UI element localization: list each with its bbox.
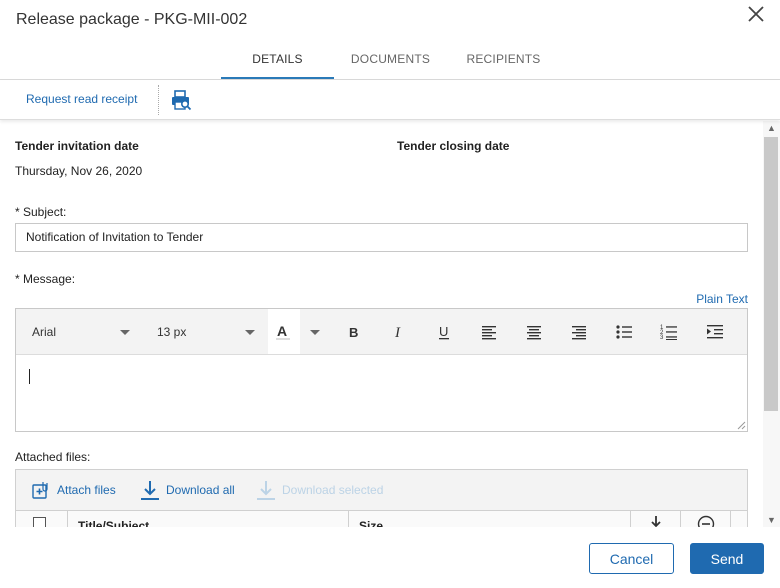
attached-files-panel: Attach files Download all Download selec… [15, 469, 748, 527]
attached-files-label: Attached files: [15, 450, 91, 464]
align-center-icon[interactable] [524, 322, 544, 342]
indent-icon[interactable] [705, 322, 725, 342]
tab-recipients[interactable]: RECIPIENTS [447, 50, 560, 80]
align-right-icon[interactable] [569, 322, 589, 342]
italic-icon[interactable]: I [389, 322, 409, 342]
subject-input[interactable]: Notification of Invitation to Tender [15, 223, 748, 252]
close-icon[interactable] [746, 4, 766, 24]
attach-files-label: Attach files [57, 483, 116, 497]
details-form: Tender invitation date Thursday, Nov 26,… [0, 121, 762, 527]
tab-details[interactable]: DETAILS [221, 50, 334, 79]
cancel-button[interactable]: Cancel [589, 543, 674, 574]
vertical-scrollbar[interactable]: ▲ ▼ [763, 121, 780, 527]
files-table-header: Title/Subject Size [16, 510, 747, 527]
font-size-dropdown-icon[interactable] [245, 330, 255, 335]
download-selected-icon [257, 481, 275, 500]
text-cursor [29, 369, 30, 384]
plain-text-link[interactable]: Plain Text [696, 292, 748, 306]
send-button[interactable]: Send [690, 543, 764, 574]
svg-text:A: A [277, 323, 287, 339]
svg-text:3: 3 [660, 335, 664, 341]
message-label: * Message: [15, 272, 76, 286]
message-body-input[interactable] [16, 355, 747, 431]
tender-invitation-date-value: Thursday, Nov 26, 2020 [15, 164, 143, 178]
dialog-footer: Cancel Send [0, 527, 780, 588]
font-family-dropdown-icon[interactable] [120, 330, 130, 335]
bullet-list-icon[interactable] [614, 322, 634, 342]
toolbar-divider [158, 85, 159, 115]
resize-handle-icon[interactable] [736, 420, 746, 430]
underline-icon[interactable]: U [434, 322, 454, 342]
print-preview-icon[interactable] [170, 89, 192, 111]
scroll-down-icon[interactable]: ▼ [767, 515, 776, 525]
remove-column-icon [697, 515, 715, 527]
align-left-icon[interactable] [479, 322, 499, 342]
scroll-thumb[interactable] [764, 137, 778, 411]
column-size[interactable]: Size [349, 511, 631, 527]
download-selected-button[interactable]: Download selected [256, 478, 383, 502]
font-color-icon[interactable]: A [273, 322, 293, 342]
download-icon [141, 481, 159, 500]
subject-label: * Subject: [15, 205, 67, 219]
tab-documents[interactable]: DOCUMENTS [334, 50, 447, 80]
download-selected-label: Download selected [282, 483, 384, 497]
dialog-header: Release package - PKG-MII-002 DETAILS DO… [0, 0, 780, 80]
font-color-dropdown-icon[interactable] [310, 330, 320, 335]
editor-toolbar: Arial 13 px A B I U 1 2 3 [16, 309, 747, 355]
attach-files-icon [32, 482, 48, 499]
download-all-button[interactable]: Download all [140, 478, 235, 502]
select-all-checkbox[interactable] [33, 517, 46, 527]
font-size-select[interactable]: 13 px [157, 325, 186, 339]
attach-files-button[interactable]: Attach files [31, 478, 116, 502]
bold-icon[interactable]: B [344, 322, 364, 342]
action-toolbar: Request read receipt [0, 80, 780, 120]
select-all-cell [16, 511, 68, 527]
download-all-label: Download all [166, 483, 235, 497]
svg-text:I: I [394, 325, 401, 341]
scroll-up-icon[interactable]: ▲ [767, 123, 776, 133]
tender-closing-date-label: Tender closing date [397, 139, 510, 153]
dialog-title: Release package - PKG-MII-002 [16, 11, 248, 28]
font-family-select[interactable]: Arial [32, 325, 56, 339]
tab-bar: DETAILS DOCUMENTS RECIPIENTS [221, 50, 560, 80]
column-remove [681, 511, 731, 527]
tender-invitation-date-label: Tender invitation date [15, 139, 139, 153]
svg-text:U: U [439, 324, 448, 339]
numbered-list-icon[interactable]: 123 [659, 322, 679, 342]
message-editor: Arial 13 px A B I U 1 2 3 [15, 308, 748, 432]
request-read-receipt-link[interactable]: Request read receipt [26, 92, 137, 106]
column-download [631, 511, 681, 527]
column-title-subject[interactable]: Title/Subject [68, 511, 349, 527]
svg-text:B: B [349, 325, 358, 340]
download-column-icon [651, 516, 661, 527]
